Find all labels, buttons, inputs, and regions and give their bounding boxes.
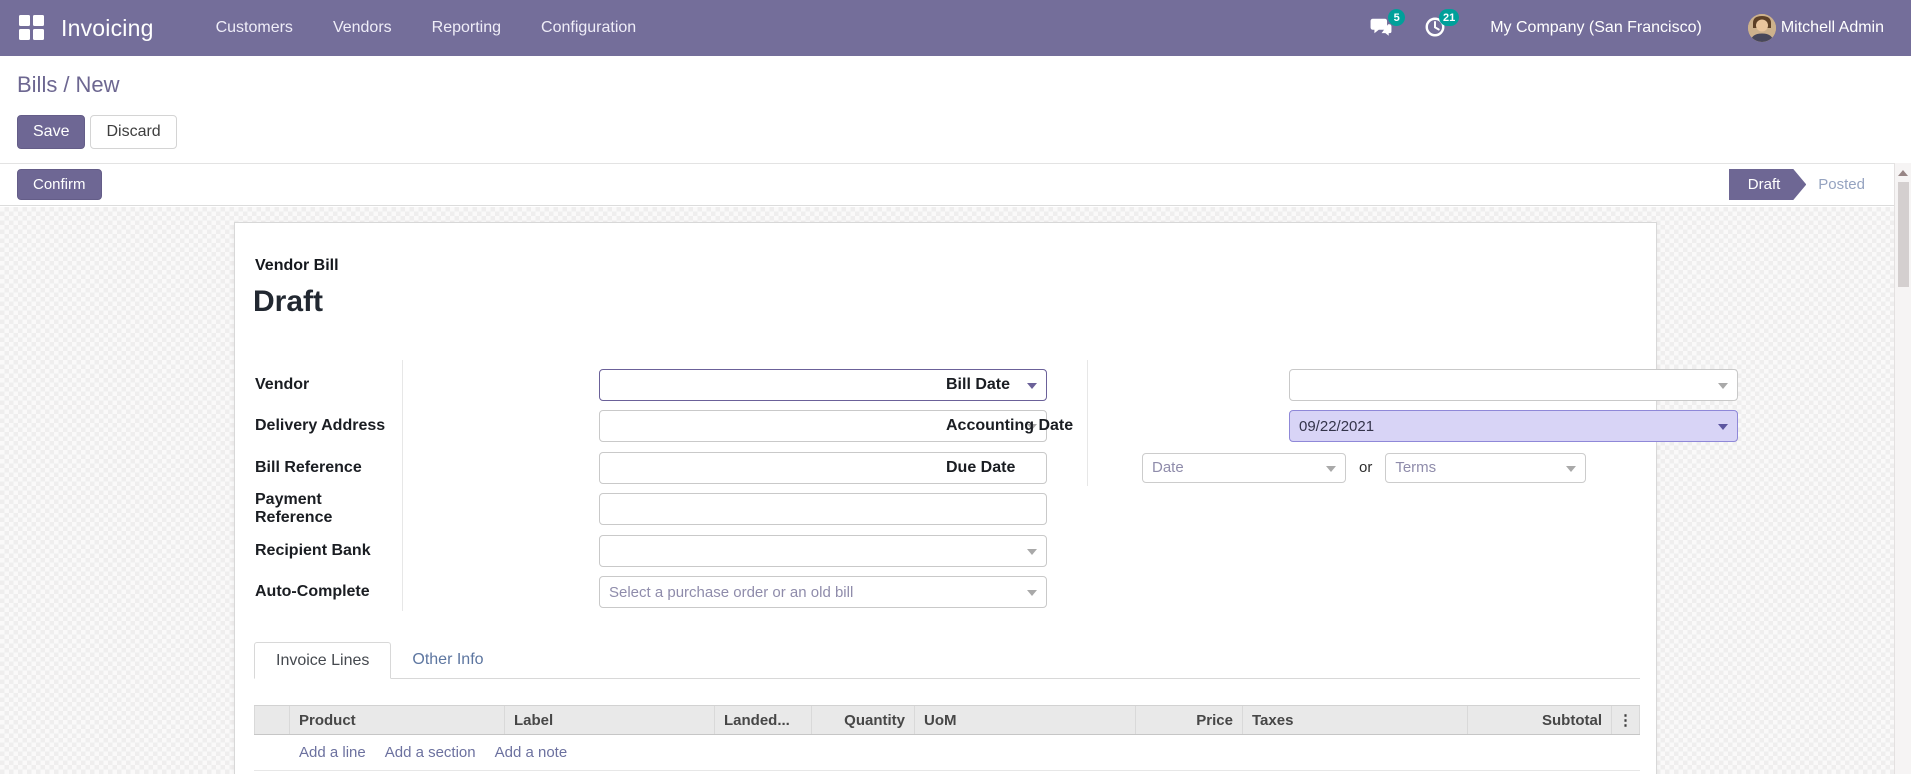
scroll-up-arrow-icon[interactable] — [1898, 170, 1908, 176]
auto-complete-label: Auto-Complete — [255, 583, 370, 601]
chevron-down-icon — [1027, 548, 1037, 555]
statusbar-row: Confirm Draft Posted — [0, 163, 1911, 206]
menu-reporting[interactable]: Reporting — [412, 2, 521, 54]
activities-badge: 21 — [1438, 9, 1460, 26]
menu-configuration[interactable]: Configuration — [521, 2, 656, 54]
due-date-widget: Date or Terms — [1142, 452, 1591, 483]
field-row-delivery-address: Delivery Address — [255, 406, 1047, 448]
confirm-button[interactable]: Confirm — [17, 169, 102, 200]
tab-other-info[interactable]: Other Info — [391, 642, 504, 678]
breadcrumb: Bills / New — [17, 72, 119, 98]
user-avatar — [1747, 14, 1776, 42]
scrollbar-thumb[interactable] — [1897, 182, 1909, 287]
column-subtotal[interactable]: Subtotal — [1468, 706, 1612, 734]
chevron-down-icon — [1027, 590, 1037, 597]
bill-date-label: Bill Date — [946, 375, 1011, 393]
save-button[interactable]: Save — [17, 115, 86, 149]
systray: 5 21 My Company (San Francisco) Mitchell… — [1340, 9, 1911, 42]
invoicing-app-screen: Invoicing Customers Vendors Reporting Co… — [0, 0, 1911, 774]
vertical-scrollbar[interactable] — [1894, 163, 1911, 774]
due-date-terms-placeholder: Terms — [1395, 459, 1437, 477]
recipient-bank-label: Recipient Bank — [255, 541, 371, 559]
add-a-line-link[interactable]: Add a line — [299, 744, 366, 761]
auto-complete-select[interactable] — [599, 576, 1047, 609]
bill-date-select[interactable] — [1289, 368, 1738, 401]
optional-columns-toggle[interactable]: ⋮ — [1612, 706, 1640, 734]
payment-reference-label: Payment Reference — [255, 491, 333, 527]
payment-reference-input[interactable] — [609, 500, 1020, 518]
field-row-bill-reference: Bill Reference — [255, 447, 1047, 489]
apps-grid-icon[interactable] — [19, 15, 45, 41]
field-row-accounting-date: Accounting Date 09/22/2021 — [946, 406, 1738, 448]
recipient-bank-select[interactable] — [599, 534, 1047, 567]
table-header-row: Product Label Landed... Quantity UoM Pri… — [254, 705, 1640, 735]
status-step-draft[interactable]: Draft — [1729, 169, 1807, 200]
due-date-date-placeholder: Date — [1152, 459, 1184, 477]
activities-icon[interactable]: 21 — [1424, 9, 1460, 40]
delivery-address-label: Delivery Address — [255, 417, 386, 435]
field-row-due-date: Due Date Date or Terms — [946, 447, 1592, 489]
discard-button[interactable]: Discard — [90, 115, 177, 149]
breadcrumb-bills-link[interactable]: Bills — [17, 72, 57, 97]
main-menu: Customers Vendors Reporting Configuratio… — [196, 2, 657, 54]
auto-complete-input[interactable] — [609, 583, 1020, 601]
column-product[interactable]: Product — [290, 706, 505, 734]
status-step-posted[interactable]: Posted — [1806, 169, 1875, 200]
add-a-section-link[interactable]: Add a section — [385, 744, 476, 761]
column-landed-costs[interactable]: Landed... — [715, 706, 812, 734]
app-title[interactable]: Invoicing — [61, 15, 154, 42]
column-label[interactable]: Label — [505, 706, 715, 734]
due-date-or-text: or — [1359, 459, 1373, 477]
table-add-row: Add a line Add a section Add a note — [254, 735, 1640, 771]
control-panel-buttons: Save Discard — [17, 115, 177, 149]
messages-badge: 5 — [1388, 9, 1406, 26]
accounting-date-label: Accounting Date — [946, 417, 1074, 435]
field-row-recipient-bank: Recipient Bank — [255, 530, 1047, 572]
due-date-date-select[interactable]: Date — [1142, 452, 1346, 483]
add-a-note-link[interactable]: Add a note — [495, 744, 568, 761]
chevron-down-icon — [1326, 465, 1336, 472]
kebab-menu-icon: ⋮ — [1618, 712, 1633, 729]
chevron-down-icon — [1718, 424, 1728, 431]
due-date-terms-select[interactable]: Terms — [1385, 452, 1587, 483]
vendor-label: Vendor — [255, 375, 310, 393]
form-group-right: Bill Date Accounting Date 09/22/2021 Due… — [946, 360, 1738, 486]
company-switcher[interactable]: My Company (San Francisco) — [1490, 19, 1702, 37]
menu-customers[interactable]: Customers — [196, 2, 313, 54]
field-row-vendor: Vendor — [255, 364, 1047, 406]
column-quantity[interactable]: Quantity — [812, 706, 915, 734]
top-navbar: Invoicing Customers Vendors Reporting Co… — [0, 0, 1911, 56]
field-row-auto-complete: Auto-Complete — [255, 572, 1047, 614]
due-date-label: Due Date — [946, 458, 1016, 476]
status-steps: Draft Posted — [1729, 169, 1875, 200]
column-handle — [254, 706, 290, 734]
form-group-left: Vendor Delivery Address Bill Reference P… — [255, 360, 1047, 611]
field-row-payment-reference: Payment Reference — [255, 489, 1047, 531]
chevron-down-icon — [1718, 382, 1728, 389]
bill-reference-label: Bill Reference — [255, 458, 362, 476]
messages-icon[interactable]: 5 — [1370, 9, 1406, 40]
invoice-lines-table: Product Label Landed... Quantity UoM Pri… — [254, 705, 1640, 771]
tab-invoice-lines[interactable]: Invoice Lines — [254, 642, 392, 679]
user-name: Mitchell Admin — [1780, 19, 1884, 36]
field-row-bill-date: Bill Date — [946, 364, 1738, 406]
column-price[interactable]: Price — [1136, 706, 1243, 734]
menu-vendors[interactable]: Vendors — [313, 2, 412, 54]
document-state-heading: Draft — [253, 285, 324, 318]
breadcrumb-current: New — [75, 72, 120, 97]
accounting-date-select[interactable]: 09/22/2021 — [1289, 410, 1738, 443]
notebook-tabs: Invoice Lines Other Info — [254, 642, 1640, 679]
user-menu[interactable]: Mitchell Admin — [1747, 14, 1884, 42]
accounting-date-value: 09/22/2021 — [1299, 417, 1375, 435]
column-uom[interactable]: UoM — [915, 706, 1136, 734]
chevron-down-icon — [1566, 465, 1577, 472]
payment-reference-input-box — [599, 493, 1047, 526]
column-taxes[interactable]: Taxes — [1243, 706, 1468, 734]
document-type-label: Vendor Bill — [255, 257, 339, 274]
breadcrumb-separator: / — [63, 72, 70, 97]
